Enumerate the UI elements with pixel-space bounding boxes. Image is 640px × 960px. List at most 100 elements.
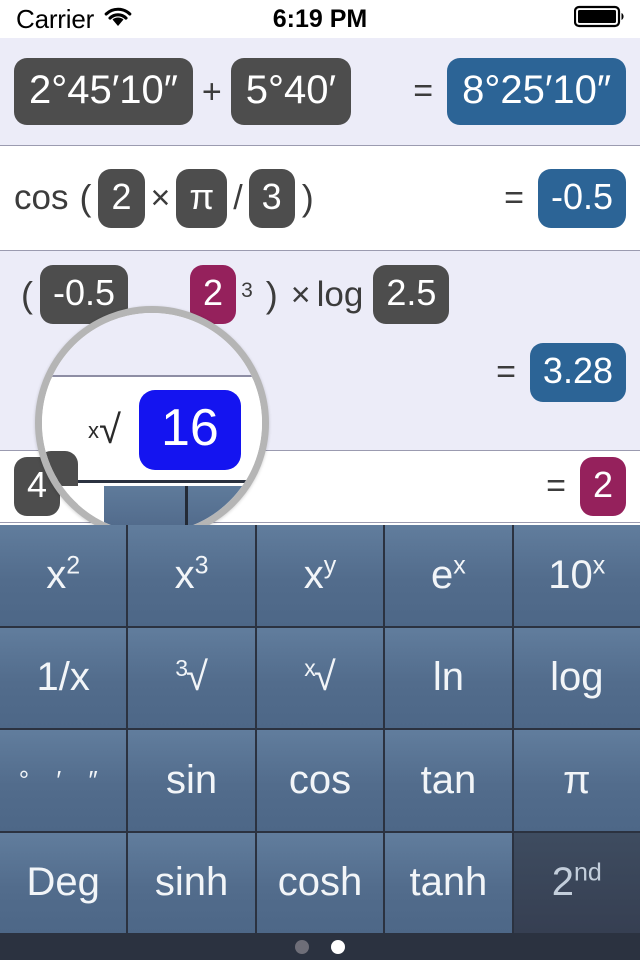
loupe-content: x √ 16 <box>42 313 262 525</box>
key-cosh[interactable]: cosh <box>256 832 384 933</box>
key-reciprocal-base: 1/x <box>36 655 90 700</box>
operator-multiply: × <box>290 275 311 314</box>
key-sin[interactable]: sin <box>128 730 255 831</box>
operator-divide: / <box>233 179 243 217</box>
operand-chip-pi[interactable]: π <box>176 168 228 228</box>
key-e-to-x-base: e <box>431 552 454 597</box>
text-magnifier-loupe[interactable]: x √ 16 <box>35 306 269 525</box>
key-e-to-x[interactable]: ex <box>385 525 512 626</box>
result-chip[interactable]: 3.28 <box>529 343 626 402</box>
key-cube-root[interactable]: 3√ <box>128 627 255 728</box>
key-e-to-x-exponent: x <box>453 551 466 580</box>
key-sinh-base: sinh <box>154 860 229 905</box>
loupe-row-below <box>42 486 262 525</box>
tape-row-cosine[interactable]: cos ( 2 × π / 3 ) = -0.5 <box>0 146 640 251</box>
calculation-tape[interactable]: 2°45′10″ + 5°40′ = 8°25′10″ cos ( 2 × π … <box>0 38 640 525</box>
page-dot-1[interactable] <box>331 939 345 954</box>
key-log[interactable]: log <box>513 627 640 728</box>
scientific-keypad[interactable]: x2 x3 xy ex 10x 1/x 3√ x√ ln log ° ′ ″ sin cos tan π De… <box>0 525 640 933</box>
key-pi[interactable]: π <box>513 730 640 831</box>
key-second-exponent: nd <box>574 858 602 887</box>
key-x-squared-label: x2 <box>46 553 80 598</box>
status-bar: Carrier 6:19 PM <box>0 0 640 38</box>
key-nth-root[interactable]: x√ <box>256 627 384 728</box>
key-tanh-base: tanh <box>409 860 488 905</box>
loupe-row-above <box>42 313 262 377</box>
key-10-to-x-label: 10x <box>548 553 605 598</box>
operand-chip-b[interactable]: 5°40′ <box>230 58 351 125</box>
equals-sign: = <box>504 178 524 217</box>
key-dms-label: ° ′ ″ <box>18 764 108 795</box>
key-sinh-label: sinh <box>155 860 228 905</box>
key-deg[interactable]: Deg <box>0 832 127 933</box>
key-sin-label: sin <box>166 758 217 803</box>
key-10-to-x-base: 10 <box>548 552 593 597</box>
result-chip[interactable]: 8°25′10″ <box>447 58 626 125</box>
operand-chip-c[interactable]: 2.5 <box>373 265 450 324</box>
result-group: = 3.28 <box>496 343 626 402</box>
result-group: = -0.5 <box>504 168 626 228</box>
status-bar-clock: 6:19 PM <box>272 4 368 33</box>
key-second-label: 2nd <box>552 860 602 905</box>
key-ln[interactable]: ln <box>385 627 512 728</box>
battery-full-icon <box>573 5 626 34</box>
radical-glyph: √ <box>99 407 121 452</box>
key-second[interactable]: 2nd <box>513 832 640 933</box>
open-paren: ( <box>21 273 33 315</box>
keypad-page-indicator[interactable] <box>0 933 640 960</box>
key-10-to-x-exponent: x <box>592 551 606 580</box>
result-chip[interactable]: 2 <box>579 457 626 516</box>
key-tanh[interactable]: tanh <box>385 832 512 933</box>
key-deg-label: Deg <box>27 860 100 905</box>
key-second-base: 2 <box>551 860 575 905</box>
key-pi-base: π <box>562 757 591 802</box>
equals-sign: = <box>496 353 516 391</box>
loupe-selected-chip[interactable]: 16 <box>138 389 241 470</box>
key-10-to-x[interactable]: 10x <box>513 525 640 626</box>
page-dot-0[interactable] <box>295 939 309 954</box>
root-index-label: x <box>88 417 99 443</box>
key-log-base: log <box>550 655 604 700</box>
key-tan-label: tan <box>421 758 477 803</box>
key-x-squared-exponent: 2 <box>66 551 81 580</box>
status-bar-right <box>573 5 626 34</box>
key-ln-base: ln <box>432 655 464 700</box>
key-ln-label: ln <box>433 655 464 700</box>
key-cos[interactable]: cos <box>256 730 384 831</box>
exponent-label: 3 <box>241 279 253 302</box>
key-cube-root-label: 3√ <box>175 655 208 700</box>
key-x-to-y[interactable]: xy <box>256 525 384 626</box>
key-deg-base: Deg <box>26 860 100 905</box>
key-pi-label: π <box>563 758 591 803</box>
key-x-squared-base: x <box>46 552 67 597</box>
key-sinh[interactable]: sinh <box>128 832 255 933</box>
key-cosh-label: cosh <box>278 860 363 905</box>
close-paren: ) <box>301 177 314 218</box>
key-x-to-y-base: x <box>303 552 324 597</box>
key-nth-root-label: x√ <box>304 655 335 700</box>
key-tan-base: tan <box>420 757 477 802</box>
key-reciprocal-label: 1/x <box>37 655 90 700</box>
result-chip[interactable]: -0.5 <box>537 168 626 228</box>
key-x-cubed[interactable]: x3 <box>128 525 255 626</box>
key-tanh-label: tanh <box>409 860 487 905</box>
result-group: = 8°25′10″ <box>413 58 626 125</box>
key-x-to-y-label: xy <box>304 553 337 598</box>
operator-plus: + <box>201 72 222 111</box>
open-paren: ( <box>79 177 92 218</box>
expression-cosine: cos ( 2 × π / 3 ) <box>14 168 504 228</box>
key-sin-base: sin <box>166 757 218 802</box>
key-dms[interactable]: ° ′ ″ <box>0 730 127 831</box>
key-tan[interactable]: tan <box>385 730 512 831</box>
key-x-squared[interactable]: x2 <box>0 525 127 626</box>
operand-chip-a[interactable]: 2°45′10″ <box>14 58 193 125</box>
tape-row-degrees-sum[interactable]: 2°45′10″ + 5°40′ = 8°25′10″ <box>0 38 640 146</box>
operand-chip-c[interactable]: 3 <box>248 168 295 228</box>
key-cube-root-base: √ <box>186 655 208 700</box>
operand-chip-a[interactable]: 2 <box>98 168 145 228</box>
key-cos-base: cos <box>288 757 352 802</box>
key-reciprocal[interactable]: 1/x <box>0 627 127 728</box>
result-group: = 2 <box>546 457 626 516</box>
nth-root-icon: x √ <box>88 410 121 450</box>
function-label-log: log <box>316 274 364 314</box>
